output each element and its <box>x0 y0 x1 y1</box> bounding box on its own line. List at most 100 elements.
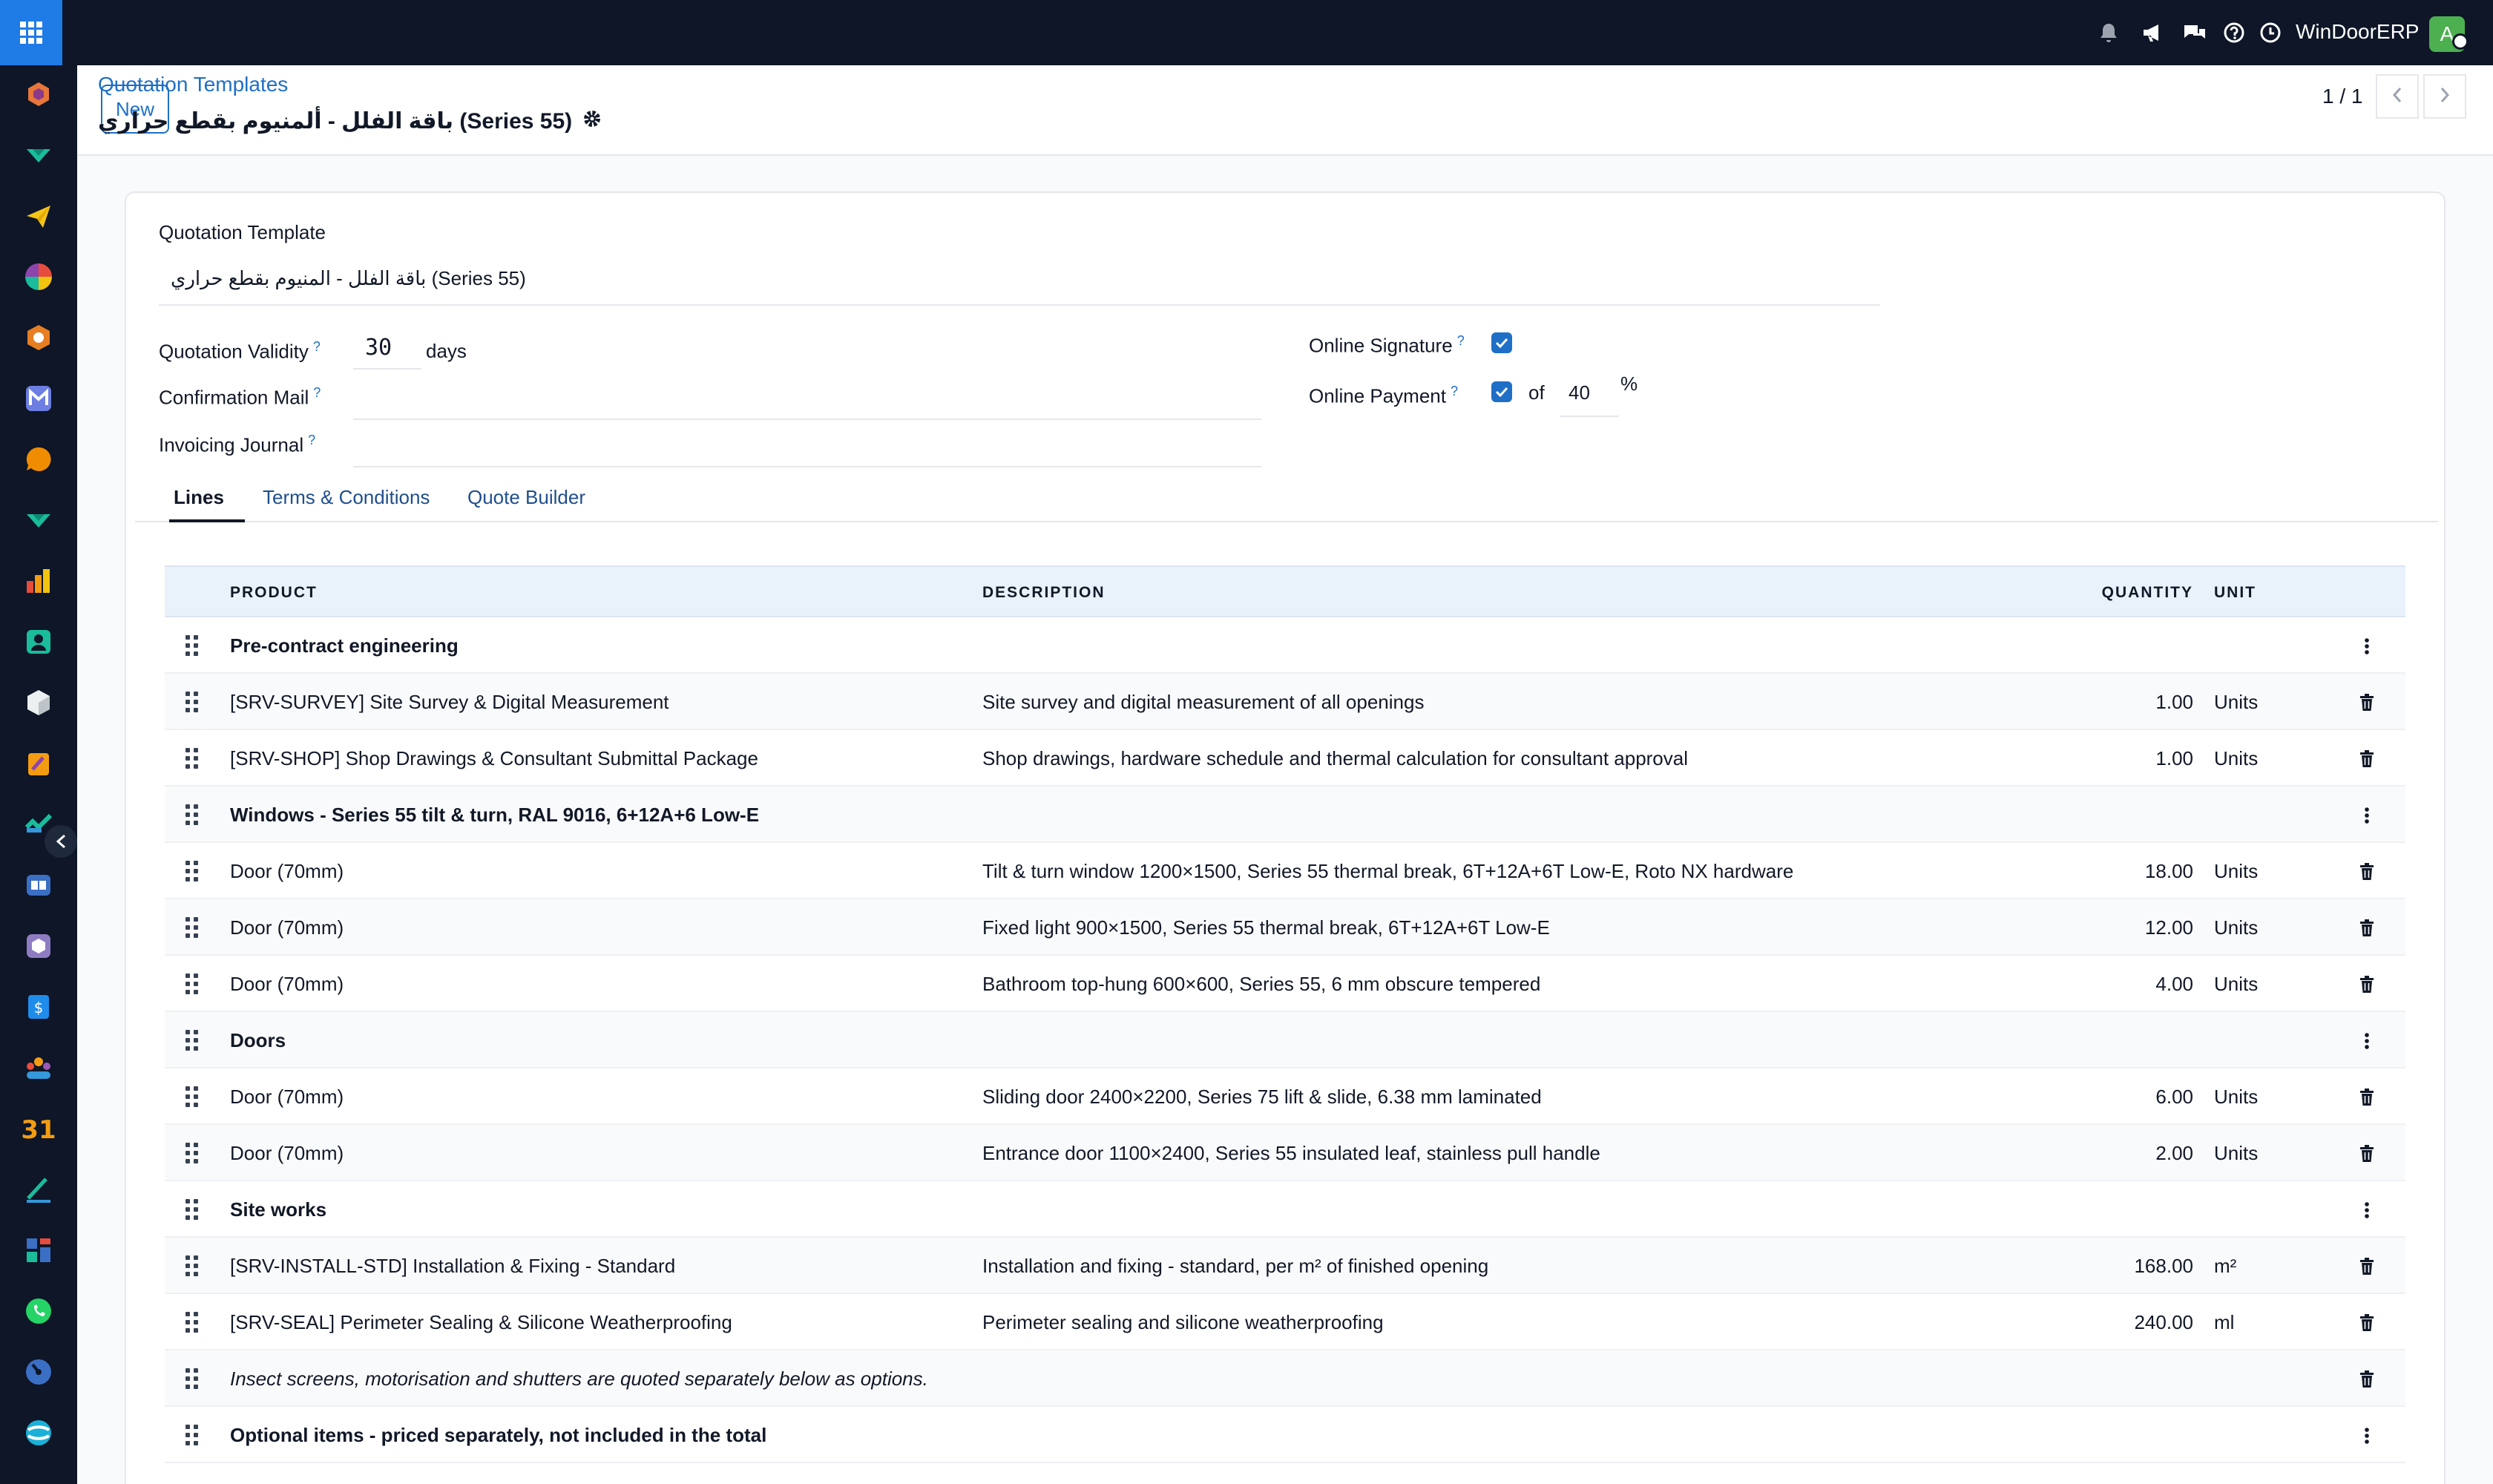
employees-icon[interactable] <box>22 1051 55 1084</box>
quantity-cell[interactable]: 1.00 <box>2155 730 2193 787</box>
table-row[interactable]: Door (70mm) Sliding door 2400×2200, Serie… <box>165 1068 2405 1125</box>
column-header-product[interactable]: PRODUCT <box>230 567 318 619</box>
column-header-quantity[interactable]: QUANTITY <box>2102 567 2193 619</box>
invoicing-icon[interactable]: $ <box>22 991 55 1023</box>
project-icon[interactable] <box>22 321 55 354</box>
megaphone-icon[interactable] <box>2140 20 2165 45</box>
table-row[interactable]: [SRV-SHOP] Shop Drawings & Consultant Su… <box>165 730 2405 787</box>
unit-cell[interactable]: Units <box>2214 1068 2258 1125</box>
help-tooltip-icon[interactable]: ? <box>313 339 321 354</box>
online-signature-checkbox[interactable] <box>1491 332 1512 353</box>
product-cell[interactable]: Door (70mm) <box>230 899 344 956</box>
online-payment-checkbox[interactable] <box>1491 381 1512 402</box>
discuss-icon[interactable] <box>22 443 55 476</box>
drag-handle-icon[interactable] <box>185 1312 200 1333</box>
help-tooltip-icon[interactable]: ? <box>313 385 321 400</box>
chat-icon[interactable] <box>2182 20 2207 45</box>
inventory-icon[interactable] <box>22 686 55 719</box>
drag-handle-icon[interactable] <box>185 1255 200 1276</box>
calendar-icon[interactable]: 31 <box>21 1112 56 1145</box>
trash-icon[interactable] <box>2358 749 2376 769</box>
trash-icon[interactable] <box>2358 1313 2376 1333</box>
table-row[interactable]: Door (70mm) Bathroom top-hung 600×600, Se… <box>165 956 2405 1012</box>
trash-icon[interactable] <box>2358 919 2376 938</box>
trash-icon[interactable] <box>2358 975 2376 994</box>
unit-cell[interactable]: Units <box>2214 956 2258 1012</box>
drag-handle-icon[interactable] <box>185 1425 200 1445</box>
quantity-cell[interactable]: 6.00 <box>2155 1068 2193 1125</box>
dashboard-icon[interactable] <box>22 260 55 293</box>
trash-icon[interactable] <box>2358 1144 2376 1163</box>
description-cell[interactable]: Site survey and digital measurement of a… <box>982 674 1424 730</box>
product-cell[interactable]: [SRV-SEAL] Perimeter Sealing & Silicone … <box>230 1294 732 1350</box>
product-cell[interactable]: Door (70mm) <box>230 1068 344 1125</box>
description-cell[interactable]: Bathroom top-hung 600×600, Series 55, 6 … <box>982 956 1540 1012</box>
drag-handle-icon[interactable] <box>185 748 200 769</box>
description-cell[interactable]: Installation and fixing - standard, per … <box>982 1238 1488 1294</box>
product-cell[interactable]: Door (70mm) <box>230 843 344 899</box>
drag-handle-icon[interactable] <box>185 1143 200 1163</box>
drag-handle-icon[interactable] <box>185 1086 200 1107</box>
drag-handle-icon[interactable] <box>185 635 200 656</box>
product-cell[interactable]: [SRV-SHOP] Shop Drawings & Consultant Su… <box>230 730 758 787</box>
product-cell[interactable]: Door (70mm) <box>230 1125 344 1181</box>
trash-icon[interactable] <box>2358 862 2376 881</box>
product-cell[interactable]: Windows - Series 55 tilt & turn, RAL 901… <box>230 787 759 843</box>
pager-previous-button[interactable] <box>2376 74 2419 119</box>
product-cell[interactable]: Insect screens, motorisation and shutter… <box>230 1350 928 1407</box>
email-marketing-icon[interactable] <box>22 200 55 232</box>
product-cell[interactable]: [SRV-INSTALL-STD] Installation & Fixing … <box>230 1238 675 1294</box>
quantity-cell[interactable]: 240.00 <box>2134 1294 2193 1350</box>
drag-handle-icon[interactable] <box>185 861 200 881</box>
section-row[interactable]: Doors <box>165 1012 2405 1068</box>
unit-cell[interactable]: Units <box>2214 1125 2258 1181</box>
drag-handle-icon[interactable] <box>185 1368 200 1389</box>
quantity-cell[interactable]: 168.00 <box>2134 1238 2193 1294</box>
documents-icon[interactable] <box>22 747 55 780</box>
drag-handle-icon[interactable] <box>185 1030 200 1051</box>
apps-menu-icon[interactable] <box>0 0 62 65</box>
more-options-icon[interactable] <box>2358 637 2376 656</box>
more-options-icon[interactable] <box>2358 806 2376 825</box>
quantity-cell[interactable]: 2.00 <box>2155 1125 2193 1181</box>
crm-icon[interactable] <box>22 78 55 111</box>
bell-icon[interactable] <box>2096 20 2121 45</box>
description-cell[interactable]: Entrance door 1100×2400, Series 55 insul… <box>982 1125 1600 1181</box>
validity-days-input[interactable]: 30 <box>365 335 392 361</box>
more-options-icon[interactable] <box>2358 1201 2376 1220</box>
knowledge-icon[interactable] <box>22 869 55 902</box>
trash-icon[interactable] <box>2358 1088 2376 1107</box>
breadcrumb-link[interactable]: Quotation Templates <box>98 71 288 98</box>
collapse-sidebar-button[interactable] <box>45 825 77 858</box>
description-cell[interactable]: Tilt & turn window 1200×1500, Series 55 … <box>982 843 1793 899</box>
reporting-icon[interactable] <box>22 565 55 597</box>
quantity-cell[interactable]: 4.00 <box>2155 956 2193 1012</box>
timer-icon[interactable] <box>22 1356 55 1388</box>
quantity-cell[interactable]: 12.00 <box>2145 899 2193 956</box>
pager-next-button[interactable] <box>2423 74 2466 119</box>
product-cell[interactable]: Door (70mm) <box>230 956 344 1012</box>
unit-cell[interactable]: ml <box>2214 1294 2234 1350</box>
table-row[interactable]: Door (70mm) Fixed light 900×1500, Series … <box>165 899 2405 956</box>
sign-icon[interactable] <box>22 1173 55 1206</box>
unit-cell[interactable]: Units <box>2214 730 2258 787</box>
product-cell[interactable]: [SRV-SURVEY] Site Survey & Digital Measu… <box>230 674 669 730</box>
product-cell[interactable]: Pre-contract engineering <box>230 617 459 674</box>
gear-icon[interactable] <box>582 107 602 137</box>
helpdesk-icon[interactable] <box>22 139 55 171</box>
description-cell[interactable]: Shop drawings, hardware schedule and the… <box>982 730 1688 787</box>
template-name-input[interactable]: باقة الفلل - المنيوم بقطع حراري (Series … <box>171 266 526 291</box>
description-cell[interactable]: Perimeter sealing and silicone weatherpr… <box>982 1294 1384 1350</box>
dashboards-icon[interactable] <box>22 1234 55 1267</box>
description-cell[interactable]: Sliding door 2400×2200, Series 75 lift &… <box>982 1068 1542 1125</box>
quantity-cell[interactable]: 1.00 <box>2155 674 2193 730</box>
marketing-icon[interactable] <box>22 382 55 415</box>
section-row[interactable]: Pre-contract engineering <box>165 617 2405 674</box>
drag-handle-icon[interactable] <box>185 974 200 994</box>
whatsapp-icon[interactable] <box>22 1295 55 1327</box>
unit-cell[interactable]: Units <box>2214 843 2258 899</box>
product-cell[interactable]: Doors <box>230 1012 286 1068</box>
company-switcher[interactable]: WinDoorERP <box>2296 19 2419 45</box>
column-header-description[interactable]: DESCRIPTION <box>982 567 1106 619</box>
section-row[interactable]: Windows - Series 55 tilt & turn, RAL 901… <box>165 787 2405 843</box>
